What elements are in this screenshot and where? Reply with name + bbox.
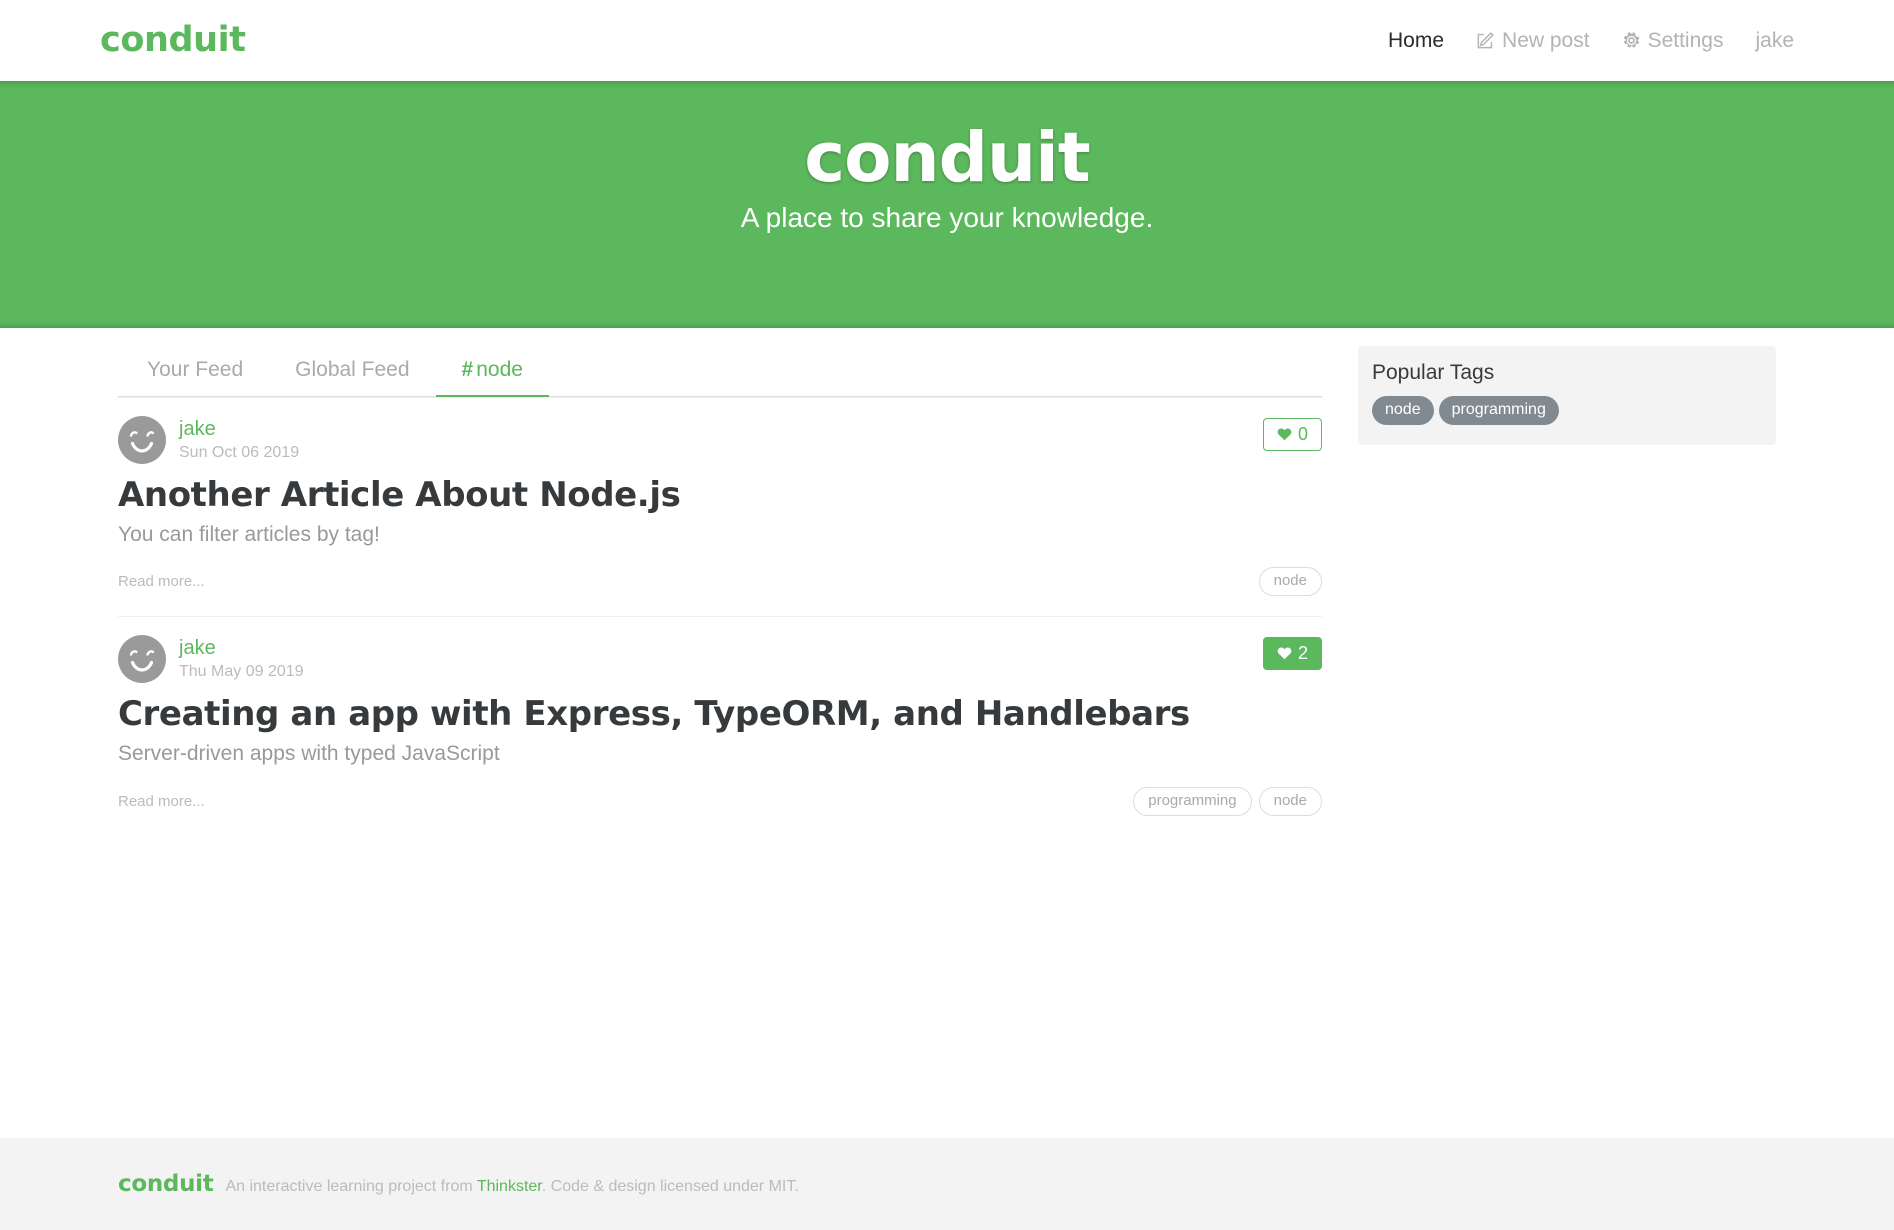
read-more-label[interactable]: Read more... [118, 793, 205, 810]
smiley-face-icon [129, 431, 155, 453]
nav-link-home[interactable]: Home [1372, 30, 1460, 51]
heart-icon [1276, 426, 1293, 442]
nav-link-home-label: Home [1388, 29, 1445, 52]
list-item: node [1372, 396, 1434, 426]
gear-icon [1622, 31, 1641, 50]
navbar-links: Home New post Settings jake [1372, 30, 1794, 51]
tab-item-global-feed: Global Feed [269, 346, 435, 396]
read-more-label[interactable]: Read more... [118, 573, 205, 590]
tab-global-feed[interactable]: Global Feed [269, 346, 435, 397]
article-preview: jake Thu May 09 2019 2 Creating an app w… [118, 616, 1322, 835]
heart-icon [1276, 645, 1293, 661]
banner-tagline: A place to share your knowledge. [740, 201, 1154, 233]
article-meta: jake Thu May 09 2019 2 [118, 635, 1322, 684]
favorite-button[interactable]: 2 [1262, 637, 1322, 671]
tab-item-tag: # node [435, 346, 549, 397]
nav-link-profile-label: jake [1755, 29, 1794, 52]
article-tag: programming [1133, 786, 1252, 816]
nav-link-new-post-label: New post [1502, 29, 1590, 52]
tab-your-feed[interactable]: Your Feed [121, 346, 269, 397]
footer-inner: conduit An interactive learning project … [100, 1171, 1794, 1197]
smiley-face-icon [129, 650, 155, 672]
article-tag: node [1258, 567, 1322, 597]
popular-tag-node[interactable]: node [1372, 396, 1434, 426]
popular-tags-panel: Popular Tags node programming [1358, 346, 1776, 446]
content-container: Your Feed Global Feed # node jake Sun Oc… [100, 328, 1794, 1138]
top-navbar: conduit Home New post Settings jake [0, 0, 1894, 81]
article-tag-list: programming node [1133, 786, 1322, 816]
list-item: programming [1438, 396, 1559, 426]
article-tag-list: node [1258, 567, 1322, 597]
favorite-count: 0 [1297, 424, 1308, 444]
nav-link-new-post[interactable]: New post [1460, 30, 1606, 51]
tab-tag-node[interactable]: # node [435, 346, 549, 397]
page-root: conduit Home New post Settings jake cond… [0, 0, 1894, 1230]
feed-tabs: Your Feed Global Feed # node [118, 346, 1322, 397]
article-author-block: jake Sun Oct 06 2019 [179, 418, 299, 462]
page-footer: conduit An interactive learning project … [0, 1138, 1894, 1230]
article-description: Server-driven apps with typed JavaScript [118, 742, 500, 766]
brand-logo[interactable]: conduit [100, 23, 246, 58]
nav-link-settings[interactable]: Settings [1606, 30, 1740, 51]
article-tag-node[interactable]: node [1258, 786, 1322, 816]
article-description: You can filter articles by tag! [118, 523, 380, 547]
banner-title: conduit [804, 118, 1091, 198]
article-link[interactable]: Another Article About Node.js You can fi… [118, 475, 1322, 597]
avatar[interactable] [118, 635, 166, 684]
thinkster-link[interactable]: Thinkster [477, 1178, 542, 1195]
feed-toggle: Your Feed Global Feed # node [118, 346, 1322, 397]
favorite-count: 2 [1297, 643, 1308, 664]
nav-link-settings-label: Settings [1647, 29, 1724, 52]
avatar[interactable] [118, 416, 166, 464]
article-link[interactable]: Creating an app with Express, TypeORM, a… [118, 694, 1322, 816]
favorite-button[interactable]: 0 [1262, 418, 1322, 451]
popular-tags-title: Popular Tags [1372, 361, 1495, 384]
article-title: Creating an app with Express, TypeORM, a… [118, 694, 1190, 735]
popular-tag-list: node programming [1372, 396, 1762, 426]
footer-logo[interactable]: conduit [118, 1171, 214, 1197]
article-meta: jake Sun Oct 06 2019 0 [118, 416, 1322, 464]
popular-tag-programming[interactable]: programming [1438, 396, 1559, 426]
tab-your-feed-label: Your Feed [147, 358, 244, 381]
compose-icon [1476, 31, 1495, 50]
sidebar-column: Popular Tags node programming [1340, 328, 1794, 1138]
article-footer: Read more... programming node [118, 786, 1322, 816]
footer-attribution: An interactive learning project from Thi… [225, 1178, 798, 1196]
hash-icon: # [461, 358, 474, 381]
article-author-block: jake Thu May 09 2019 [179, 637, 304, 681]
article-author[interactable]: jake [179, 418, 299, 441]
article-tag-programming[interactable]: programming [1133, 786, 1252, 816]
article-tag: node [1258, 786, 1322, 816]
article-preview: jake Sun Oct 06 2019 0 Another Article A… [118, 397, 1322, 616]
hero-banner: conduit A place to share your knowledge. [0, 81, 1894, 328]
tab-item-your-feed: Your Feed [121, 346, 269, 396]
article-footer: Read more... node [118, 567, 1322, 597]
article-date: Sun Oct 06 2019 [179, 443, 300, 461]
article-title: Another Article About Node.js [118, 475, 681, 515]
article-date: Thu May 09 2019 [179, 663, 304, 681]
nav-link-profile[interactable]: jake [1739, 30, 1794, 51]
footer-attribution-suffix: . Code & design licensed under MIT. [541, 1178, 799, 1195]
main-column: Your Feed Global Feed # node jake Sun Oc… [100, 328, 1340, 1138]
tab-tag-node-label: node [476, 358, 523, 381]
article-author[interactable]: jake [179, 637, 304, 660]
tab-global-feed-label: Global Feed [295, 358, 410, 381]
footer-attribution-prefix: An interactive learning project from [225, 1178, 477, 1195]
article-tag-node[interactable]: node [1258, 567, 1322, 597]
